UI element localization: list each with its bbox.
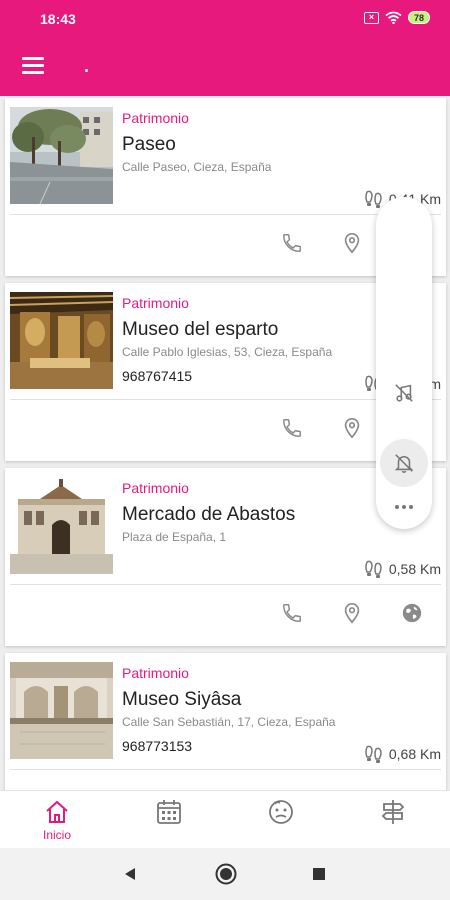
music-note-off-icon[interactable] — [380, 369, 428, 417]
place-name: Museo del esparto — [122, 319, 279, 340]
bottom-nav: Inicio — [0, 790, 450, 848]
place-phone[interactable]: 968773153 — [122, 738, 192, 754]
place-category: Patrimonio — [122, 480, 189, 496]
phone-icon[interactable] — [276, 227, 308, 259]
status-bar: 18:43 × 78 — [0, 0, 450, 38]
app-title: . — [84, 56, 90, 76]
more-dots-icon[interactable] — [388, 497, 420, 517]
nav-item-face[interactable] — [236, 791, 326, 849]
card-divider — [10, 214, 441, 215]
place-name: Museo Siyâsa — [122, 689, 242, 710]
place-phone[interactable]: 968767415 — [122, 368, 192, 384]
place-address: Plaza de España, 1 — [122, 530, 227, 544]
place-distance-text: 0,68 Km — [388, 746, 441, 762]
place-name: Paseo — [122, 134, 176, 155]
footsteps-icon — [365, 190, 382, 208]
signpost-icon — [381, 800, 405, 824]
app-bar: . — [0, 38, 450, 96]
footsteps-icon — [365, 560, 382, 578]
menu-icon[interactable] — [22, 57, 44, 75]
place-photo — [10, 477, 113, 574]
place-category: Patrimonio — [122, 295, 189, 311]
calendar-icon — [157, 800, 181, 824]
recents-icon[interactable] — [307, 862, 331, 886]
nav-label-inicio: Inicio — [42, 828, 71, 842]
place-card[interactable]: Patrimonio Museo Siyâsa Calle San Sebast… — [5, 653, 446, 790]
place-address: Calle San Sebastián, 17, Cieza, España — [122, 715, 336, 729]
wifi-icon — [385, 11, 402, 24]
sim-icon: × — [363, 11, 379, 24]
home-button-icon[interactable] — [214, 862, 238, 886]
floating-action-menu — [376, 197, 432, 529]
place-photo — [10, 662, 113, 759]
place-photo — [10, 107, 113, 204]
status-time: 18:43 — [40, 11, 76, 27]
nav-item-inicio[interactable]: Inicio — [12, 791, 102, 849]
globe-icon[interactable] — [396, 597, 428, 629]
place-distance: 0,68 Km — [364, 745, 441, 763]
place-distance-text: 0,58 Km — [388, 561, 441, 577]
back-icon[interactable] — [118, 862, 142, 886]
nav-item-directions[interactable] — [348, 791, 438, 849]
battery-indicator: 78 — [407, 11, 430, 24]
place-distance: 0,58 Km — [364, 560, 441, 578]
card-actions — [5, 597, 446, 629]
footsteps-icon — [365, 745, 382, 763]
place-photo — [10, 292, 113, 389]
card-divider — [10, 584, 441, 585]
place-category: Patrimonio — [122, 665, 189, 681]
system-nav-bar — [0, 848, 450, 900]
phone-icon[interactable] — [276, 412, 308, 444]
home-icon — [46, 800, 68, 823]
status-icons: × 78 — [363, 11, 430, 24]
map-pin-icon[interactable] — [336, 412, 368, 444]
place-address: Calle Pablo Iglesias, 53, Cieza, España — [122, 345, 333, 359]
place-category: Patrimonio — [122, 110, 189, 126]
card-divider — [10, 769, 441, 770]
nav-item-calendar[interactable] — [124, 791, 214, 849]
places-list[interactable]: Patrimonio Paseo Calle Paseo, Cieza, Esp… — [0, 96, 450, 790]
place-name: Mercado de Abastos — [122, 504, 296, 525]
map-pin-icon[interactable] — [336, 227, 368, 259]
bell-off-icon[interactable] — [380, 439, 428, 487]
face-icon — [269, 800, 293, 824]
map-pin-icon[interactable] — [336, 597, 368, 629]
place-address: Calle Paseo, Cieza, España — [122, 160, 272, 174]
phone-icon[interactable] — [276, 597, 308, 629]
